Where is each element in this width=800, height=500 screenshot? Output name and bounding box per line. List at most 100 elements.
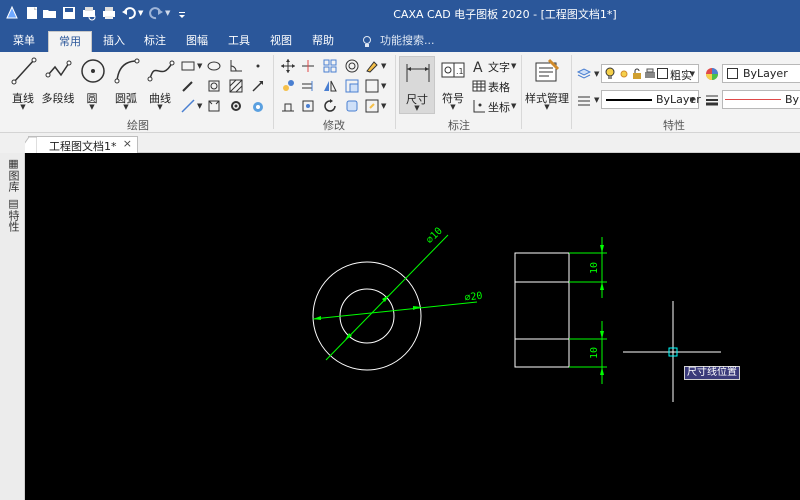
color-select[interactable]: ByLayer	[722, 64, 800, 83]
symbol-button[interactable]: .1 符号 ▼	[438, 55, 468, 113]
drawing-svg: ⌀10 ⌀20 10 10	[312, 226, 721, 402]
layer-manager-icon[interactable]	[576, 66, 592, 82]
text-button[interactable]: 文字	[488, 59, 510, 75]
pen-icon[interactable]	[180, 78, 196, 94]
left-dock: ▦图库 ▤特性	[0, 133, 25, 500]
rotate-arrow-icon[interactable]	[322, 98, 338, 114]
dock-properties[interactable]: ▤特性	[4, 197, 21, 232]
offset-icon[interactable]	[344, 58, 360, 74]
arrow-icon[interactable]	[250, 78, 266, 94]
coordinate-icon[interactable]	[471, 98, 487, 114]
separator	[571, 55, 572, 129]
text-dropdown[interactable]: ▼	[511, 62, 516, 70]
lineweight-icon[interactable]	[704, 92, 720, 108]
chevron-down-icon: ▼	[20, 103, 26, 111]
polyline-button[interactable]: 多段线	[40, 55, 76, 113]
annotate-group-label: 标注	[448, 119, 470, 132]
paint-icon[interactable]	[364, 58, 380, 74]
ellipse-icon[interactable]	[206, 58, 222, 74]
tab-insert[interactable]: 插入	[97, 31, 131, 52]
curve-button[interactable]: 曲线 ▼	[144, 55, 176, 113]
tab-help[interactable]: 帮助	[306, 31, 340, 52]
layer-select[interactable]: 粗实 ▼	[601, 64, 699, 83]
extend-icon[interactable]	[300, 78, 316, 94]
tab-tools[interactable]: 工具	[222, 31, 256, 52]
tab-sheet[interactable]: 图幅	[180, 31, 214, 52]
rectangle-icon[interactable]	[180, 58, 196, 74]
chevron-down-icon: ▼	[89, 103, 95, 111]
point-icon[interactable]	[250, 58, 266, 74]
rotate-icon[interactable]	[300, 98, 316, 114]
printer-icon	[645, 68, 655, 78]
tab-menu[interactable]: 菜单	[6, 31, 42, 52]
paint-dropdown[interactable]: ▼	[381, 62, 386, 70]
tab-annotate[interactable]: 标注	[138, 31, 172, 52]
move-icon[interactable]	[280, 58, 296, 74]
dock-library[interactable]: ▦图库	[4, 157, 21, 192]
spray-icon[interactable]	[250, 98, 266, 114]
layer-manager-dropdown[interactable]: ▼	[594, 70, 599, 78]
arc-button[interactable]: 圆弧 ▼	[110, 55, 142, 113]
color-wheel-icon[interactable]	[704, 66, 720, 82]
match-properties-icon[interactable]	[576, 92, 592, 108]
drawing-canvas[interactable]: ⌀10 ⌀20 10 10 尺寸线位置	[25, 153, 800, 500]
dimension-button[interactable]: 尺寸 ▼	[399, 56, 435, 114]
dimension-icon	[406, 64, 430, 82]
chevron-down-icon: ▼	[123, 103, 129, 111]
style-manager-button[interactable]: 样式管理 ▼	[525, 55, 569, 113]
centerline-icon[interactable]	[180, 98, 196, 114]
chevron-down-icon: ▼	[544, 103, 550, 111]
scale-icon[interactable]	[344, 78, 360, 94]
polyline-label: 多段线	[41, 92, 75, 105]
frame-dropdown[interactable]: ▼	[381, 82, 386, 90]
lineweight-select[interactable]: ByLa	[722, 90, 800, 109]
polyline-icon	[45, 60, 72, 78]
tab-view[interactable]: 视图	[264, 31, 298, 52]
properties-brush-icon[interactable]	[364, 98, 380, 114]
angle-line-icon[interactable]	[228, 58, 244, 74]
rectangle-dropdown[interactable]: ▼	[197, 62, 202, 70]
linetype-select[interactable]: ByLayer ▼	[601, 90, 701, 109]
properties-icon: ▤	[7, 197, 20, 210]
lightbulb-icon	[605, 67, 615, 79]
circle-button[interactable]: 圆 ▼	[76, 55, 108, 113]
separator	[395, 55, 396, 129]
outer-circle[interactable]	[312, 261, 422, 371]
side-view-rect[interactable]	[514, 252, 570, 368]
table-button[interactable]: 表格	[488, 79, 510, 95]
dock-library-label: 图库	[7, 170, 20, 192]
stretch-icon[interactable]	[280, 98, 296, 114]
trim-icon[interactable]	[300, 58, 316, 74]
match-properties-dropdown[interactable]: ▼	[594, 96, 599, 104]
lineweight-preview	[725, 99, 781, 100]
coordinate-button[interactable]: 坐标	[488, 99, 510, 115]
mirror-icon[interactable]	[322, 78, 338, 94]
explode-icon[interactable]	[344, 98, 360, 114]
properties-group-label: 特性	[663, 119, 685, 132]
tab-home[interactable]: 常用	[48, 31, 92, 52]
document-tab[interactable]: 工程图文档1* ×	[17, 136, 138, 154]
array-icon[interactable]	[322, 58, 338, 74]
line-button[interactable]: 直线 ▼	[6, 55, 40, 113]
arc-icon	[114, 58, 140, 84]
block-icon[interactable]	[206, 98, 222, 114]
coordinate-dropdown[interactable]: ▼	[511, 102, 516, 110]
polygon-icon[interactable]	[206, 78, 222, 94]
centerline-dropdown[interactable]: ▼	[197, 102, 202, 110]
text-icon[interactable]: A	[471, 58, 487, 74]
circle-icon	[81, 59, 105, 83]
dim-outer-leader	[312, 301, 478, 320]
dock-properties-label: 特性	[7, 210, 20, 232]
table-icon[interactable]	[471, 78, 487, 94]
copy-icon[interactable]	[280, 78, 296, 94]
properties-dropdown[interactable]: ▼	[381, 102, 386, 110]
ribbon-panel: 直线 ▼ 多段线 圆 ▼ 圆弧 ▼ 曲线 ▼ ▼ ▼ 绘图 ▼ ▼ ▼ 修改 尺…	[0, 52, 800, 133]
close-icon[interactable]: ×	[123, 137, 132, 150]
hatch-icon[interactable]	[228, 78, 244, 94]
feature-search[interactable]: 功能搜索...	[380, 31, 450, 52]
frame-icon[interactable]	[364, 78, 380, 94]
color-swatch	[727, 68, 738, 79]
gear-icon[interactable]	[228, 98, 244, 114]
title-bar: ▼ ▼ CAXA CAD 电子图板 2020 - [工程图文档1*]	[0, 0, 800, 28]
ribbon-tabs: 菜单 常用 插入 标注 图幅 工具 视图 帮助 功能搜索...	[0, 28, 800, 52]
